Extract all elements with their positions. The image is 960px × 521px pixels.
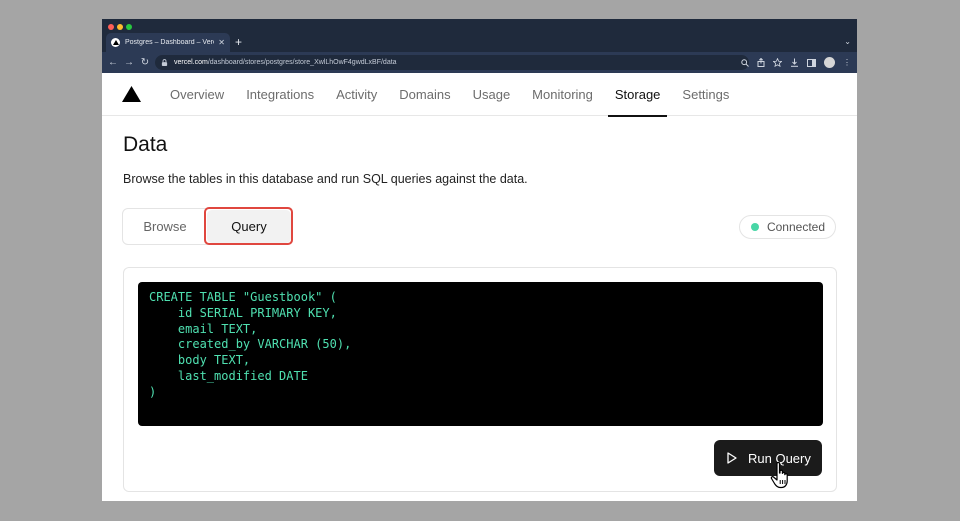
reload-icon[interactable]: ↻ bbox=[137, 57, 153, 68]
browser-window: Postgres – Dashboard – Vercel ✕ + ⌄ ← → … bbox=[102, 19, 857, 501]
connection-status-label: Connected bbox=[766, 220, 825, 234]
query-tab-highlight bbox=[204, 207, 293, 245]
profile-avatar-icon[interactable] bbox=[824, 57, 835, 68]
site-nav: Overview Integrations Activity Domains U… bbox=[102, 73, 857, 117]
code-line: created_by VARCHAR (50), bbox=[149, 337, 352, 352]
page-description: Browse the tables in this database and r… bbox=[123, 172, 528, 186]
back-arrow-icon[interactable]: ← bbox=[105, 57, 121, 68]
nav-tab-storage[interactable]: Storage bbox=[604, 73, 672, 117]
url-input[interactable]: vercel.com/dashboard/stores/postgres/sto… bbox=[155, 55, 749, 70]
tab-search-icon[interactable]: ⌄ bbox=[844, 37, 851, 46]
toolbar-icons: ⋮ bbox=[741, 55, 851, 70]
code-line: email TEXT, bbox=[149, 321, 258, 336]
vercel-favicon-icon bbox=[111, 38, 120, 47]
play-icon bbox=[727, 452, 737, 464]
query-card: CREATE TABLE "Guestbook" ( id SERIAL PRI… bbox=[123, 267, 837, 492]
code-line: CREATE TABLE "Guestbook" ( bbox=[149, 290, 337, 304]
minimize-window-button[interactable] bbox=[117, 24, 123, 30]
page-title: Data bbox=[123, 133, 168, 156]
code-line: id SERIAL PRIMARY KEY, bbox=[149, 305, 337, 320]
browser-tab[interactable]: Postgres – Dashboard – Vercel ✕ bbox=[106, 33, 230, 52]
code-line: body TEXT, bbox=[149, 353, 251, 368]
new-tab-button[interactable]: + bbox=[235, 35, 242, 49]
hand-pointer-cursor-icon bbox=[770, 461, 788, 489]
connection-status-badge: Connected bbox=[738, 215, 836, 239]
tab-strip: Postgres – Dashboard – Vercel ✕ + ⌄ bbox=[102, 19, 857, 52]
sidebar-toggle-icon[interactable] bbox=[807, 58, 816, 67]
browse-tab[interactable]: Browse bbox=[123, 209, 207, 244]
status-dot-icon bbox=[750, 223, 759, 231]
close-window-button[interactable] bbox=[108, 24, 114, 30]
nav-tab-activity[interactable]: Activity bbox=[325, 73, 388, 116]
window-controls bbox=[108, 24, 132, 30]
code-line: last_modified DATE bbox=[149, 368, 308, 383]
nav-tab-domains[interactable]: Domains bbox=[388, 73, 461, 116]
tab-title: Postgres – Dashboard – Vercel bbox=[125, 39, 215, 46]
run-query-button[interactable]: Run Query bbox=[714, 440, 822, 476]
code-line: ) bbox=[149, 384, 157, 399]
vercel-logo-icon[interactable] bbox=[122, 86, 141, 102]
nav-tabs: Overview Integrations Activity Domains U… bbox=[159, 73, 740, 117]
zoom-icon[interactable] bbox=[741, 58, 749, 67]
nav-tab-settings[interactable]: Settings bbox=[671, 73, 740, 116]
maximize-window-button[interactable] bbox=[126, 24, 132, 30]
url-domain: vercel.com bbox=[174, 59, 208, 66]
nav-tab-integrations[interactable]: Integrations bbox=[235, 73, 325, 116]
address-bar: ← → ↻ vercel.com/dashboard/stores/postgr… bbox=[102, 52, 857, 73]
url-text: vercel.com/dashboard/stores/postgres/sto… bbox=[174, 59, 397, 66]
nav-tab-overview[interactable]: Overview bbox=[159, 73, 235, 116]
forward-arrow-icon[interactable]: → bbox=[121, 57, 137, 68]
url-path: /dashboard/stores/postgres/store_XwlLhOw… bbox=[207, 59, 397, 66]
share-icon[interactable] bbox=[757, 58, 765, 67]
sql-editor[interactable]: CREATE TABLE "Guestbook" ( id SERIAL PRI… bbox=[138, 282, 823, 426]
download-icon[interactable] bbox=[790, 58, 799, 67]
lock-icon bbox=[161, 59, 168, 66]
nav-tab-usage[interactable]: Usage bbox=[462, 73, 522, 116]
nav-tab-monitoring[interactable]: Monitoring bbox=[521, 73, 604, 116]
bookmark-star-icon[interactable] bbox=[773, 58, 782, 67]
close-tab-icon[interactable]: ✕ bbox=[218, 38, 225, 47]
browser-menu-icon[interactable]: ⋮ bbox=[843, 58, 851, 67]
